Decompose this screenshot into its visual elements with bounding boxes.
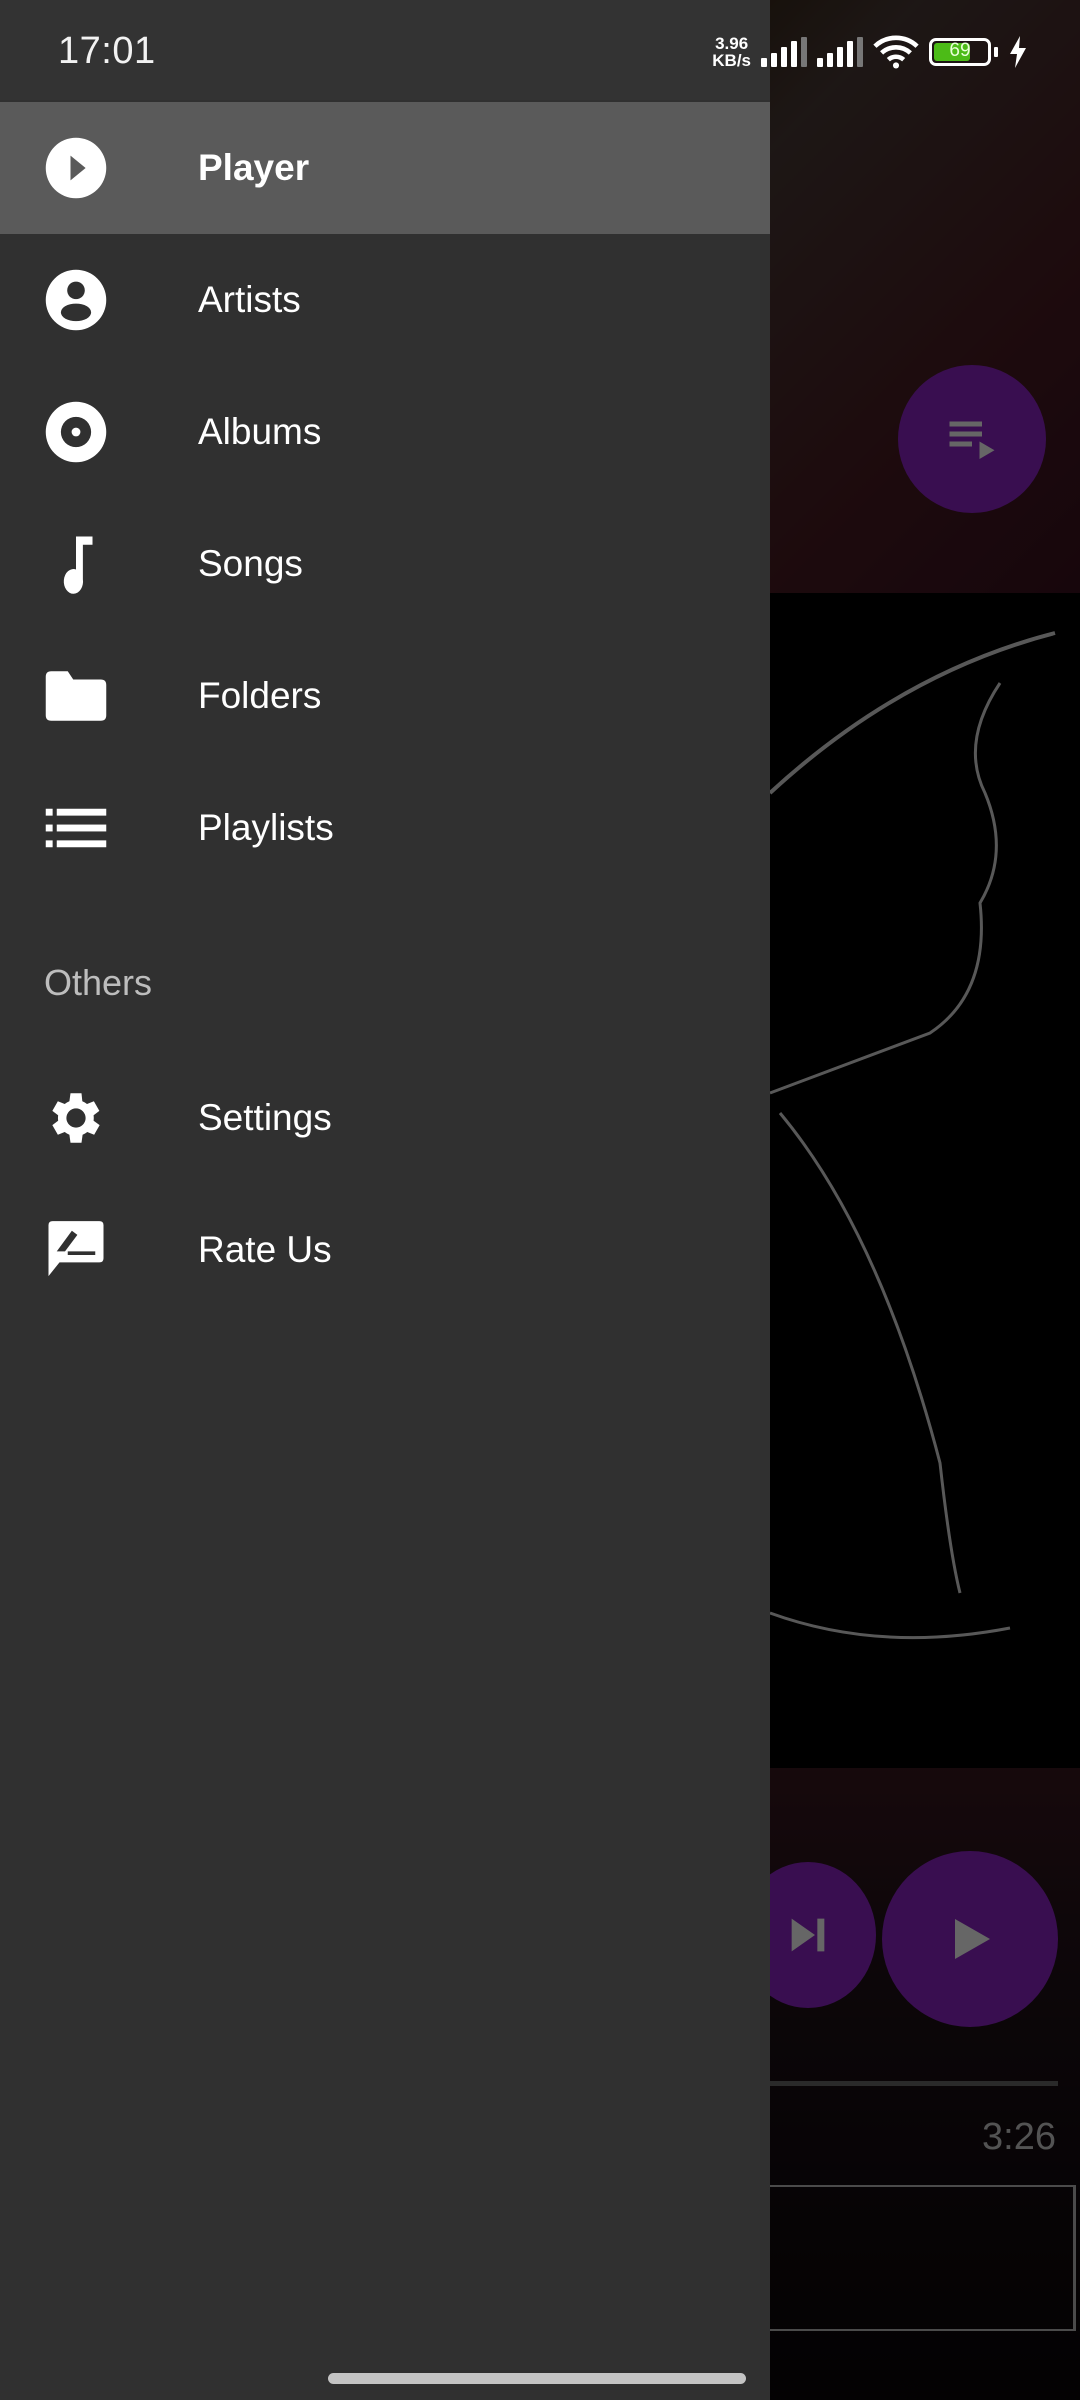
wifi-icon bbox=[873, 35, 919, 69]
status-time: 17:01 bbox=[58, 30, 156, 72]
nav-item-label: Albums bbox=[198, 411, 322, 452]
nav-item-label: Player bbox=[198, 147, 310, 188]
signal-icon bbox=[761, 37, 807, 67]
nav-item-folders[interactable]: Folders bbox=[0, 630, 770, 762]
settings-gear-icon bbox=[43, 1085, 109, 1151]
nav-item-playlists[interactable]: Playlists bbox=[0, 762, 770, 894]
nav-item-artists[interactable]: Artists bbox=[0, 234, 770, 366]
nav-item-label: Settings bbox=[198, 1097, 332, 1138]
nav-item-label: Playlists bbox=[198, 807, 334, 848]
nav-item-label: Artists bbox=[198, 279, 301, 320]
nav-item-label: Rate Us bbox=[198, 1229, 332, 1270]
nav-item-player[interactable]: Player bbox=[0, 102, 770, 234]
nav-item-label: Songs bbox=[198, 543, 303, 584]
list-icon bbox=[43, 795, 109, 861]
rate-review-icon bbox=[43, 1217, 109, 1283]
nav-item-songs[interactable]: Songs bbox=[0, 498, 770, 630]
nav-item-rate-us[interactable]: Rate Us bbox=[0, 1184, 770, 1316]
play-circle-icon bbox=[43, 135, 109, 201]
status-bar: 17:01 3.96 KB/s 69 bbox=[0, 0, 1080, 100]
navigation-drawer: Player Artists Albums Songs Folders Play… bbox=[0, 0, 770, 2400]
folder-icon bbox=[43, 663, 109, 729]
nav-item-albums[interactable]: Albums bbox=[0, 366, 770, 498]
music-note-icon bbox=[43, 531, 109, 597]
network-speed: 3.96 KB/s bbox=[712, 34, 751, 70]
signal-icon bbox=[817, 37, 863, 67]
charging-bolt-icon bbox=[1010, 36, 1026, 68]
nav-item-settings[interactable]: Settings bbox=[0, 1052, 770, 1184]
nav-item-label: Folders bbox=[198, 675, 322, 716]
account-circle-icon bbox=[43, 267, 109, 333]
album-icon bbox=[43, 399, 109, 465]
battery-icon: 69 bbox=[929, 38, 991, 66]
gesture-navigation-bar[interactable] bbox=[328, 2373, 746, 2384]
battery-tip bbox=[994, 47, 998, 57]
section-header-others: Others bbox=[44, 962, 153, 1003]
